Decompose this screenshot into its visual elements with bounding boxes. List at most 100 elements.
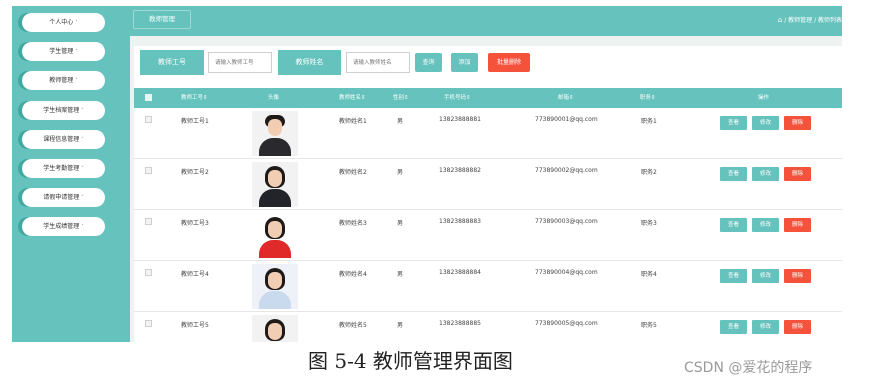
sidebar-item-teachers[interactable]: 教师管理 ˅ [22,71,105,90]
table-row: 教师工号4 教师姓名4 男 13823888884 773890004@qq.c… [134,261,842,312]
sidebar-item-label: 学生档案管理 [43,107,80,114]
edit-button[interactable]: 修改 [752,320,779,334]
cell-gender: 男 [397,118,404,125]
cell-email: 773890003@qq.com [535,218,598,225]
sidebar-item-label: 教师管理 [49,77,74,84]
cell-phone: 13823888881 [439,116,481,123]
delete-button[interactable]: 删除 [784,116,811,130]
cell-gender: 男 [397,271,404,278]
sidebar-item-profile[interactable]: 个人中心 ˅ [22,13,105,32]
delete-button[interactable]: 删除 [784,167,811,181]
view-button[interactable]: 查看 [720,320,747,334]
col-teacher-id[interactable]: 教师工号⇕ [181,88,208,108]
cell-teacher-name: 教师姓名4 [339,271,367,278]
figure-caption: 图 5-4 教师管理界面图 [308,349,513,373]
cell-gender: 男 [397,322,404,329]
cell-teacher-id: 教师工号2 [181,169,209,176]
sidebar-item-courses[interactable]: 课程信息管理 ˅ [22,130,105,149]
col-gender[interactable]: 性别⇕ [393,88,409,108]
sidebar-item-label: 请假申请管理 [43,194,80,201]
cell-teacher-id: 教师工号3 [181,220,209,227]
cell-phone: 13823888882 [439,167,481,174]
cell-teacher-name: 教师姓名2 [339,169,367,176]
batch-delete-button[interactable]: 批量删除 [488,53,530,72]
search-bar: 教师工号 教师姓名 查询 添加 批量删除 [140,50,840,75]
col-avatar: 头像 [268,95,280,101]
row-checkbox[interactable] [145,116,152,123]
cell-email: 773890004@qq.com [535,269,598,276]
edit-button[interactable]: 修改 [752,167,779,181]
cell-phone: 13823888883 [439,218,481,225]
avatar [252,213,298,258]
sidebar-item-students[interactable]: 学生管理 ˅ [22,42,105,61]
view-button[interactable]: 查看 [720,218,747,232]
sidebar: 个人中心 ˅ 学生管理 ˅ 教师管理 ˅ 学生档案管理 ˅ 课程信息管理 ˅ 学生考勤管理… [12,6,130,342]
sidebar-item-grades[interactable]: 学生成绩管理 ˅ [22,217,105,236]
sidebar-item-label: 个人中心 [49,19,74,26]
table-row: 教师工号5 教师姓名5 男 13823888885 773890005@qq.c… [134,312,842,342]
home-icon[interactable]: ⌂ [778,16,782,24]
content-panel: 教师工号 教师姓名 查询 添加 批量删除 教师工号⇕ 头像 教师姓名⇕ 性别⇕ … [134,46,842,342]
cell-teacher-id: 教师工号5 [181,322,209,329]
add-button[interactable]: 添加 [451,53,478,72]
cell-teacher-id: 教师工号1 [181,118,209,125]
avatar [252,315,298,342]
chevron-down-icon: ˅ [75,20,78,26]
sidebar-item-label: 学生管理 [49,48,74,55]
teacher-name-label: 教师姓名 [278,50,341,75]
cell-post: 职务4 [641,271,657,278]
tab-teacher-management[interactable]: 教师管理 [133,10,191,29]
sidebar-item-attendance[interactable]: 学生考勤管理 ˅ [22,159,105,178]
cell-teacher-name: 教师姓名1 [339,118,367,125]
cell-post: 职务2 [641,169,657,176]
cell-teacher-id: 教师工号4 [181,271,209,278]
view-button[interactable]: 查看 [720,167,747,181]
sidebar-item-label: 课程信息管理 [43,136,80,143]
table-row: 教师工号2 教师姓名2 男 13823888882 773890002@qq.c… [134,159,842,210]
select-all-checkbox[interactable] [145,94,152,101]
breadcrumb: ⌂ / 教师管理 / 教师列表 [778,15,842,24]
avatar [252,111,298,156]
cell-email: 773890005@qq.com [535,320,598,327]
row-checkbox[interactable] [145,269,152,276]
view-button[interactable]: 查看 [720,269,747,283]
breadcrumb-text: / 教师管理 / 教师列表 [784,17,842,24]
cell-email: 773890001@qq.com [535,116,598,123]
table-row: 教师工号1 教师姓名1 男 13823888881 773890001@qq.c… [134,108,842,159]
edit-button[interactable]: 修改 [752,116,779,130]
chevron-down-icon: ˅ [81,108,84,114]
table-header: 教师工号⇕ 头像 教师姓名⇕ 性别⇕ 手机号码⇕ 邮箱⇕ 职务⇕ 操作 [134,88,842,108]
watermark: CSDN @爱花的程序 [684,360,813,376]
cell-phone: 13823888885 [439,320,481,327]
sidebar-item-student-records[interactable]: 学生档案管理 ˅ [22,101,105,120]
row-checkbox[interactable] [145,167,152,174]
col-phone[interactable]: 手机号码⇕ [444,88,471,108]
teacher-id-input[interactable] [208,52,272,73]
teacher-id-label: 教师工号 [140,50,204,75]
query-button[interactable]: 查询 [415,53,442,72]
cell-gender: 男 [397,169,404,176]
cell-post: 职务5 [641,322,657,329]
teacher-name-input[interactable] [346,52,410,73]
edit-button[interactable]: 修改 [752,218,779,232]
avatar [252,264,298,309]
sidebar-item-leave[interactable]: 请假申请管理 ˅ [22,188,105,207]
avatar [252,162,298,207]
cell-teacher-name: 教师姓名3 [339,220,367,227]
delete-button[interactable]: 删除 [784,218,811,232]
col-post[interactable]: 职务⇕ [640,88,656,108]
edit-button[interactable]: 修改 [752,269,779,283]
chevron-down-icon: ˅ [75,49,78,55]
top-bar: 教师管理 ⌂ / 教师管理 / 教师列表 [130,6,842,36]
row-checkbox[interactable] [145,218,152,225]
row-checkbox[interactable] [145,320,152,327]
col-teacher-name[interactable]: 教师姓名⇕ [339,88,366,108]
chevron-down-icon: ˅ [81,137,84,143]
delete-button[interactable]: 删除 [784,269,811,283]
col-email[interactable]: 邮箱⇕ [558,88,574,108]
cell-phone: 13823888884 [439,269,481,276]
delete-button[interactable]: 删除 [784,320,811,334]
cell-post: 职务1 [641,118,657,125]
view-button[interactable]: 查看 [720,116,747,130]
cell-gender: 男 [397,220,404,227]
